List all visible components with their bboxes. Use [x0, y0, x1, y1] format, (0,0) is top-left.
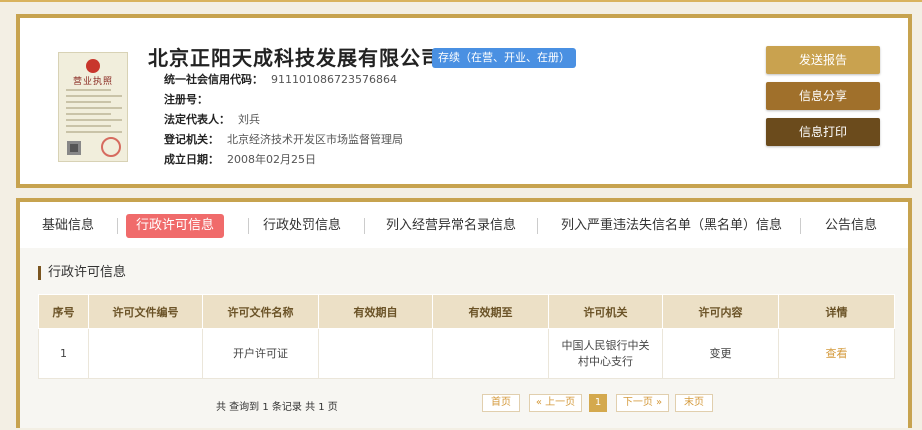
- cell-authority: 中国人民银行中关村中心支行: [548, 328, 663, 379]
- company-card: 营业执照 北京正阳天成科技发展有限公司 存续（在营、开业、在册） 统一社会信用代…: [16, 14, 912, 188]
- table-header-row: 序号 许可文件编号 许可文件名称 有效期自 有效期至 许可机关 许可内容 详情: [38, 294, 895, 329]
- top-accent-line: [0, 0, 922, 2]
- permit-content: 行政许可信息 序号 许可文件编号 许可文件名称 有效期自 有效期至 许可机关 许…: [20, 248, 908, 428]
- cell-index: 1: [38, 328, 89, 379]
- current-page-button[interactable]: 1: [589, 394, 607, 412]
- info-row-reg-no: 注册号：: [164, 92, 216, 108]
- credit-code-value: 911101086723576864: [271, 73, 397, 86]
- cell-valid-to: [432, 328, 549, 379]
- next-page-button[interactable]: 下一页 »: [616, 394, 669, 412]
- info-row-legal-rep: 法定代表人： 刘兵: [164, 112, 260, 128]
- section-title: 行政许可信息: [38, 266, 126, 280]
- send-report-button[interactable]: 发送报告: [766, 46, 880, 74]
- license-title: 营业执照: [72, 77, 113, 87]
- reg-authority-value: 北京经济技术开发区市场监督管理局: [227, 133, 403, 146]
- col-header-valid-to: 有效期至: [432, 294, 549, 329]
- reg-authority-label: 登记机关：: [164, 133, 219, 146]
- cell-content: 变更: [662, 328, 779, 379]
- info-row-authority: 登记机关： 北京经济技术开发区市场监督管理局: [164, 132, 403, 148]
- cell-detail: 查看: [778, 328, 895, 379]
- permit-table: 序号 许可文件编号 许可文件名称 有效期自 有效期至 许可机关 许可内容 详情 …: [38, 294, 895, 379]
- business-license-image[interactable]: 营业执照: [58, 52, 128, 162]
- legal-rep-value: 刘兵: [238, 113, 260, 126]
- col-header-detail: 详情: [778, 294, 895, 329]
- info-row-credit-code: 统一社会信用代码： 911101086723576864: [164, 72, 397, 88]
- col-header-content: 许可内容: [662, 294, 779, 329]
- license-text-lines: [66, 89, 122, 137]
- company-name: 北京正阳天成科技发展有限公司: [148, 46, 442, 70]
- reg-no-label: 注册号：: [164, 93, 208, 106]
- tab-divider: [364, 218, 365, 234]
- tab-abnormal-list[interactable]: 列入经营异常名录信息: [386, 214, 516, 238]
- status-badge: 存续（在营、开业、在册）: [432, 48, 576, 68]
- table-row: 1 开户许可证 中国人民银行中关村中心支行 变更 查看: [38, 328, 895, 379]
- col-header-doc-no: 许可文件编号: [88, 294, 203, 329]
- col-header-valid-from: 有效期自: [318, 294, 433, 329]
- tab-divider: [800, 218, 801, 234]
- established-label: 成立日期：: [164, 153, 219, 166]
- legal-rep-label: 法定代表人：: [164, 113, 230, 126]
- share-button[interactable]: 信息分享: [766, 82, 880, 110]
- first-page-button[interactable]: 首页: [482, 394, 520, 412]
- established-value: 2008年02月25日: [227, 153, 316, 166]
- national-emblem-icon: [86, 59, 100, 73]
- col-header-index: 序号: [38, 294, 89, 329]
- col-header-doc-name: 许可文件名称: [202, 294, 319, 329]
- tab-divider: [248, 218, 249, 234]
- pagination-summary: 共 查询到 1 条记录 共 1 页: [216, 402, 338, 413]
- tab-divider: [537, 218, 538, 234]
- tab-bar: 基础信息 行政许可信息 行政处罚信息 列入经营异常名录信息 列入严重违法失信名单…: [20, 202, 908, 248]
- tab-admin-penalty[interactable]: 行政处罚信息: [263, 214, 341, 238]
- cell-doc-no: [88, 328, 203, 379]
- cell-doc-name: 开户许可证: [202, 328, 319, 379]
- view-detail-link[interactable]: 查看: [826, 347, 848, 360]
- qr-code-icon: [65, 139, 83, 157]
- info-row-established: 成立日期： 2008年02月25日: [164, 152, 316, 168]
- tab-blacklist[interactable]: 列入严重违法失信名单（黑名单）信息: [561, 214, 782, 238]
- tab-announcements[interactable]: 公告信息: [825, 214, 877, 238]
- permit-panel: 基础信息 行政许可信息 行政处罚信息 列入经营异常名录信息 列入严重违法失信名单…: [16, 198, 912, 428]
- print-button[interactable]: 信息打印: [766, 118, 880, 146]
- col-header-authority: 许可机关: [548, 294, 663, 329]
- cell-valid-from: [318, 328, 433, 379]
- prev-page-button[interactable]: « 上一页: [529, 394, 582, 412]
- tab-divider: [117, 218, 118, 234]
- last-page-button[interactable]: 末页: [675, 394, 713, 412]
- credit-code-label: 统一社会信用代码：: [164, 73, 263, 86]
- seal-icon: [101, 137, 121, 157]
- tab-admin-permit[interactable]: 行政许可信息: [126, 214, 225, 238]
- tab-basic-info[interactable]: 基础信息: [42, 214, 94, 238]
